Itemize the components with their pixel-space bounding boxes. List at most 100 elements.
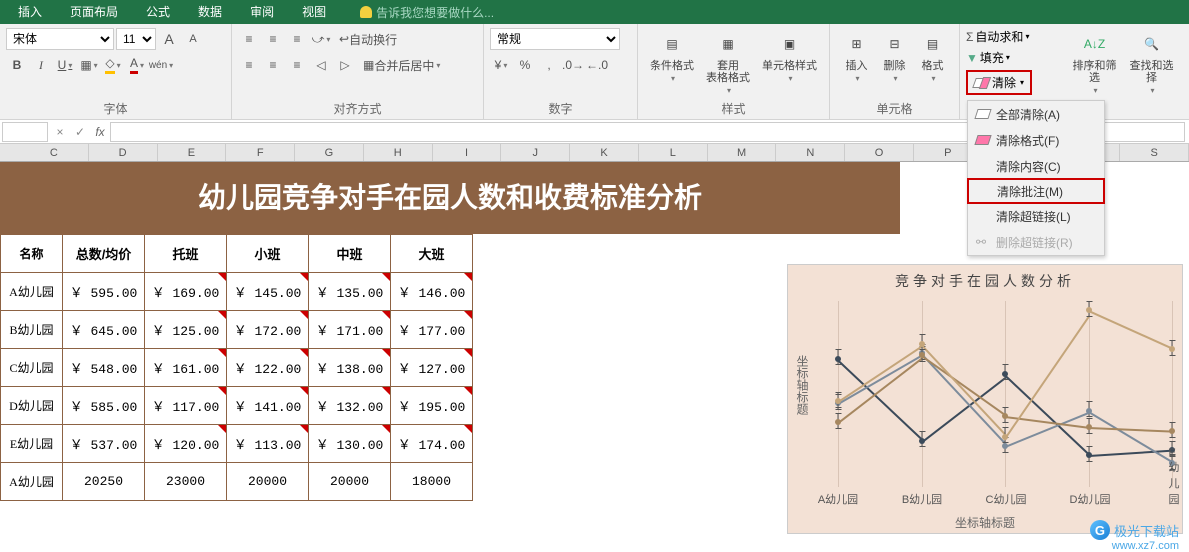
- table-cell[interactable]: ￥ 169.00: [145, 273, 227, 311]
- autosum-button[interactable]: 自动求和: [975, 28, 1023, 45]
- table-cell[interactable]: E幼儿园: [1, 425, 63, 463]
- table-cell[interactable]: ￥ 138.00: [309, 349, 391, 387]
- clear-comments-item[interactable]: 清除批注(M): [967, 178, 1105, 204]
- font-size-select[interactable]: 11: [116, 28, 156, 50]
- align-top-button[interactable]: ≡: [238, 28, 260, 50]
- bold-button[interactable]: B: [6, 54, 28, 76]
- decrease-font-button[interactable]: A: [182, 28, 204, 50]
- table-cell[interactable]: 23000: [145, 463, 227, 501]
- table-header[interactable]: 名称: [1, 235, 63, 273]
- col-header[interactable]: K: [570, 144, 639, 161]
- table-cell[interactable]: B幼儿园: [1, 311, 63, 349]
- clear-content-item[interactable]: 清除内容(C): [968, 153, 1104, 179]
- table-header[interactable]: 托班: [145, 235, 227, 273]
- clear-hyperlink-item[interactable]: 清除超链接(L): [968, 203, 1104, 229]
- table-cell[interactable]: ￥ 113.00: [227, 425, 309, 463]
- col-header[interactable]: N: [776, 144, 845, 161]
- align-right-button[interactable]: ≡: [286, 54, 308, 76]
- col-header[interactable]: J: [501, 144, 570, 161]
- border-button[interactable]: ▦: [78, 54, 100, 76]
- table-cell[interactable]: ￥ 161.00: [145, 349, 227, 387]
- col-header[interactable]: G: [295, 144, 364, 161]
- menu-insert[interactable]: 插入: [4, 0, 56, 24]
- table-format-button[interactable]: ▦套用 表格格式: [702, 28, 754, 97]
- table-cell[interactable]: ￥ 537.00: [63, 425, 145, 463]
- table-cell[interactable]: 18000: [391, 463, 473, 501]
- clear-format-item[interactable]: 清除格式(F): [968, 127, 1104, 153]
- decrease-decimal-button[interactable]: ←.0: [586, 54, 608, 76]
- font-color-button[interactable]: A: [126, 54, 148, 76]
- wrap-text-button[interactable]: ↩ 自动换行: [334, 28, 402, 50]
- italic-button[interactable]: I: [30, 54, 52, 76]
- table-header[interactable]: 中班: [309, 235, 391, 273]
- merge-button[interactable]: ▦ 合并后居中: [358, 54, 445, 76]
- table-cell[interactable]: D幼儿园: [1, 387, 63, 425]
- table-cell[interactable]: ￥ 645.00: [63, 311, 145, 349]
- menu-view[interactable]: 视图: [288, 0, 340, 24]
- clear-button[interactable]: 清除▾: [966, 70, 1032, 95]
- percent-button[interactable]: %: [514, 54, 536, 76]
- table-cell[interactable]: ￥ 174.00: [391, 425, 473, 463]
- cancel-formula-button[interactable]: ×: [50, 125, 70, 139]
- indent-dec-button[interactable]: ◁: [310, 54, 332, 76]
- col-header[interactable]: F: [226, 144, 295, 161]
- table-cell[interactable]: ￥ 585.00: [63, 387, 145, 425]
- insert-cells-button[interactable]: ⊞插入: [839, 28, 875, 85]
- table-cell[interactable]: ￥ 195.00: [391, 387, 473, 425]
- col-header[interactable]: E: [158, 144, 227, 161]
- increase-font-button[interactable]: A: [158, 28, 180, 50]
- delete-cells-button[interactable]: ⊟删除: [877, 28, 913, 85]
- table-cell[interactable]: A幼儿园: [1, 273, 63, 311]
- align-center-button[interactable]: ≡: [262, 54, 284, 76]
- table-cell[interactable]: ￥ 171.00: [309, 311, 391, 349]
- table-cell[interactable]: ￥ 122.00: [227, 349, 309, 387]
- table-cell[interactable]: ￥ 125.00: [145, 311, 227, 349]
- col-header[interactable]: C: [20, 144, 89, 161]
- table-cell[interactable]: A幼儿园: [1, 463, 63, 501]
- table-header[interactable]: 大班: [391, 235, 473, 273]
- col-header[interactable]: H: [364, 144, 433, 161]
- find-select-button[interactable]: 🔍查找和选择: [1123, 28, 1180, 97]
- underline-button[interactable]: U: [54, 54, 76, 76]
- name-box[interactable]: [2, 122, 48, 142]
- menu-layout[interactable]: 页面布局: [56, 0, 132, 24]
- table-cell[interactable]: ￥ 132.00: [309, 387, 391, 425]
- align-middle-button[interactable]: ≡: [262, 28, 284, 50]
- number-format-select[interactable]: 常规: [490, 28, 620, 50]
- col-header[interactable]: M: [708, 144, 777, 161]
- table-cell[interactable]: ￥ 177.00: [391, 311, 473, 349]
- phonetic-button[interactable]: wén: [150, 54, 172, 76]
- fx-button[interactable]: fx: [90, 125, 110, 139]
- confirm-formula-button[interactable]: ✓: [70, 125, 90, 139]
- table-cell[interactable]: ￥ 141.00: [227, 387, 309, 425]
- table-header[interactable]: 小班: [227, 235, 309, 273]
- menu-data[interactable]: 数据: [184, 0, 236, 24]
- indent-inc-button[interactable]: ▷: [334, 54, 356, 76]
- col-header[interactable]: L: [639, 144, 708, 161]
- currency-button[interactable]: ¥: [490, 54, 512, 76]
- clear-all-item[interactable]: 全部清除(A): [968, 101, 1104, 127]
- table-cell[interactable]: 20000: [309, 463, 391, 501]
- menu-formula[interactable]: 公式: [132, 0, 184, 24]
- align-left-button[interactable]: ≡: [238, 54, 260, 76]
- align-bottom-button[interactable]: ≡: [286, 28, 308, 50]
- orientation-button[interactable]: ⤻: [310, 28, 332, 50]
- table-cell[interactable]: ￥ 172.00: [227, 311, 309, 349]
- table-cell[interactable]: ￥ 120.00: [145, 425, 227, 463]
- table-cell[interactable]: ￥ 548.00: [63, 349, 145, 387]
- chart-panel[interactable]: 竞争对手在园人数分析 坐标轴标题 坐标轴标题 A幼儿园B幼儿园C幼儿园D幼儿园E…: [787, 264, 1183, 534]
- table-header[interactable]: 总数/均价: [63, 235, 145, 273]
- conditional-format-button[interactable]: ▤条件格式: [646, 28, 698, 97]
- table-cell[interactable]: 20000: [227, 463, 309, 501]
- table-cell[interactable]: 20250: [63, 463, 145, 501]
- table-cell[interactable]: ￥ 595.00: [63, 273, 145, 311]
- table-cell[interactable]: ￥ 135.00: [309, 273, 391, 311]
- table-cell[interactable]: ￥ 146.00: [391, 273, 473, 311]
- format-cells-button[interactable]: ▤格式: [915, 28, 951, 85]
- font-name-select[interactable]: 宋体: [6, 28, 114, 50]
- col-header[interactable]: O: [845, 144, 914, 161]
- col-header[interactable]: S: [1120, 144, 1189, 161]
- comma-button[interactable]: ,: [538, 54, 560, 76]
- fill-color-button[interactable]: ◇: [102, 54, 124, 76]
- tell-me[interactable]: 告诉我您想要做什么...: [360, 4, 494, 21]
